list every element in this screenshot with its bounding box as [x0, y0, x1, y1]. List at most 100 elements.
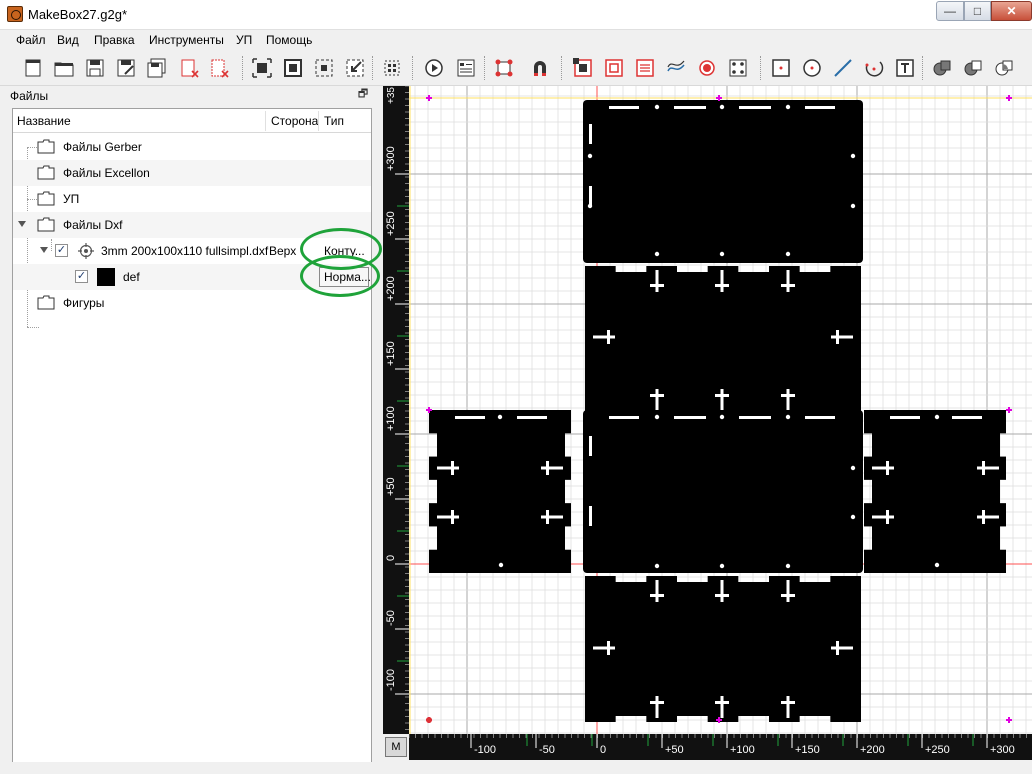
- tree-item-toolpaths[interactable]: УП: [13, 186, 371, 212]
- tslot: [650, 394, 664, 397]
- tree-item-gerber-files[interactable]: Файлы Gerber: [13, 134, 371, 160]
- collapse-arrow-icon[interactable]: [40, 247, 48, 253]
- menu-file[interactable]: Файл: [16, 33, 46, 47]
- mode-button[interactable]: M: [385, 737, 407, 757]
- title-bar: MakeBox27.g2g* — □ ✕: [0, 0, 1032, 30]
- tslot: [786, 696, 790, 718]
- left-side-body: [437, 410, 565, 573]
- file-tree: Название Сторона Тип Файлы Gerber Файлы …: [12, 108, 382, 768]
- arc-icon[interactable]: [863, 57, 885, 79]
- drill-hole: [719, 104, 725, 110]
- slot: [589, 436, 592, 456]
- close-all-icon[interactable]: [208, 57, 230, 79]
- save-as-icon[interactable]: [115, 57, 137, 79]
- drill-hole: [850, 203, 856, 209]
- panel-tab: [646, 266, 677, 273]
- drill-hole: [654, 563, 660, 569]
- pcb-board-icon[interactable]: [493, 57, 515, 79]
- zoom-to-icon[interactable]: [344, 57, 366, 79]
- menu-edit[interactable]: Правка: [94, 33, 135, 47]
- folder-icon: [37, 217, 55, 232]
- open-folder-icon[interactable]: [53, 57, 75, 79]
- tree-item-excellon-files[interactable]: Файлы Excellon: [13, 160, 371, 186]
- panel-tab: [585, 266, 616, 273]
- toolbar-separator: [561, 56, 563, 80]
- tslot: [715, 394, 729, 397]
- column-name-header[interactable]: Название: [17, 114, 71, 128]
- column-side-header[interactable]: Сторона: [271, 114, 318, 128]
- voronoi-icon[interactable]: [696, 57, 718, 79]
- x-tick-label: +50: [665, 744, 684, 756]
- tslot: [781, 701, 795, 704]
- line-icon[interactable]: [832, 57, 854, 79]
- x-tick-label: +100: [730, 744, 755, 756]
- origin-marker: [426, 717, 432, 723]
- zoom-100-icon[interactable]: [282, 57, 304, 79]
- tslot: [437, 466, 459, 470]
- panel-title: Файлы: [10, 89, 49, 103]
- collapse-arrow-icon[interactable]: [18, 221, 26, 227]
- folder-icon: [37, 191, 55, 206]
- rectangle-icon[interactable]: [770, 57, 792, 79]
- profile-icon[interactable]: [665, 57, 687, 79]
- visibility-checkbox[interactable]: ✓: [75, 270, 88, 283]
- menu-view[interactable]: Вид: [57, 33, 79, 47]
- tslot: [607, 641, 610, 655]
- select-all-icon[interactable]: [381, 57, 403, 79]
- intersect-icon[interactable]: [993, 57, 1015, 79]
- folder-icon: [37, 295, 55, 310]
- panel-tab: [429, 410, 438, 434]
- save-all-icon[interactable]: [146, 57, 168, 79]
- new-file-icon[interactable]: [22, 57, 44, 79]
- pocket-raster-icon[interactable]: [603, 57, 625, 79]
- tslot: [650, 284, 664, 287]
- text-icon[interactable]: [894, 57, 916, 79]
- menu-help[interactable]: Помощь: [266, 33, 312, 47]
- subtract-icon[interactable]: [962, 57, 984, 79]
- pocket-offset-icon[interactable]: [572, 57, 594, 79]
- tslot: [451, 461, 454, 475]
- y-tick-label: +200: [385, 276, 397, 301]
- menu-bar: Файл Вид Правка Инструменты УП Помощь: [0, 30, 1032, 50]
- visibility-checkbox[interactable]: ✓: [55, 244, 68, 257]
- layer-color-swatch[interactable]: [97, 268, 115, 286]
- hatching-icon[interactable]: [634, 57, 656, 79]
- tslot: [546, 510, 549, 524]
- slot: [589, 186, 592, 206]
- y-tick-label: +100: [385, 406, 397, 431]
- save-icon[interactable]: [84, 57, 106, 79]
- drawing-canvas[interactable]: [409, 86, 1032, 734]
- circle-icon[interactable]: [801, 57, 823, 79]
- zoom-fit-icon[interactable]: [251, 57, 273, 79]
- union-icon[interactable]: [931, 57, 953, 79]
- graphics-view[interactable]: +300 +250 +200 +150 +100 +50 0 -50 -100 +35 -100-…: [383, 85, 1032, 774]
- panel-tab: [864, 410, 873, 434]
- maximize-button[interactable]: □: [964, 1, 991, 21]
- close-file-icon[interactable]: [178, 57, 200, 79]
- properties-icon[interactable]: [455, 57, 477, 79]
- canvas-svg[interactable]: [409, 86, 1032, 734]
- tslot: [831, 646, 853, 650]
- drilling-icon[interactable]: [727, 57, 749, 79]
- files-panel: Файлы 🗗 Название Сторона Тип Файлы Gerbe…: [0, 86, 382, 768]
- menu-toolpaths[interactable]: УП: [236, 33, 252, 47]
- float-panel-icon[interactable]: 🗗: [357, 88, 369, 100]
- magnet-icon[interactable]: [529, 57, 551, 79]
- run-icon[interactable]: [423, 57, 445, 79]
- tree-header: Название Сторона Тип: [13, 109, 371, 133]
- panel-tab: [830, 715, 861, 722]
- menu-tools[interactable]: Инструменты: [149, 33, 224, 47]
- center-bottom-panel: [583, 410, 863, 573]
- tslot: [786, 389, 790, 411]
- tree-item-shapes[interactable]: Фигуры: [13, 290, 371, 316]
- crosshair-target-icon[interactable]: [78, 243, 94, 259]
- drill-hole: [785, 104, 791, 110]
- tslot: [836, 641, 839, 655]
- close-button[interactable]: ✕: [991, 1, 1032, 21]
- column-type-header[interactable]: Тип: [324, 114, 344, 128]
- minimize-button[interactable]: —: [936, 1, 964, 21]
- drill-hole: [719, 563, 725, 569]
- tree-item-label: УП: [63, 192, 80, 206]
- zoom-selection-icon[interactable]: [313, 57, 335, 79]
- tree-item-label: def: [123, 270, 140, 284]
